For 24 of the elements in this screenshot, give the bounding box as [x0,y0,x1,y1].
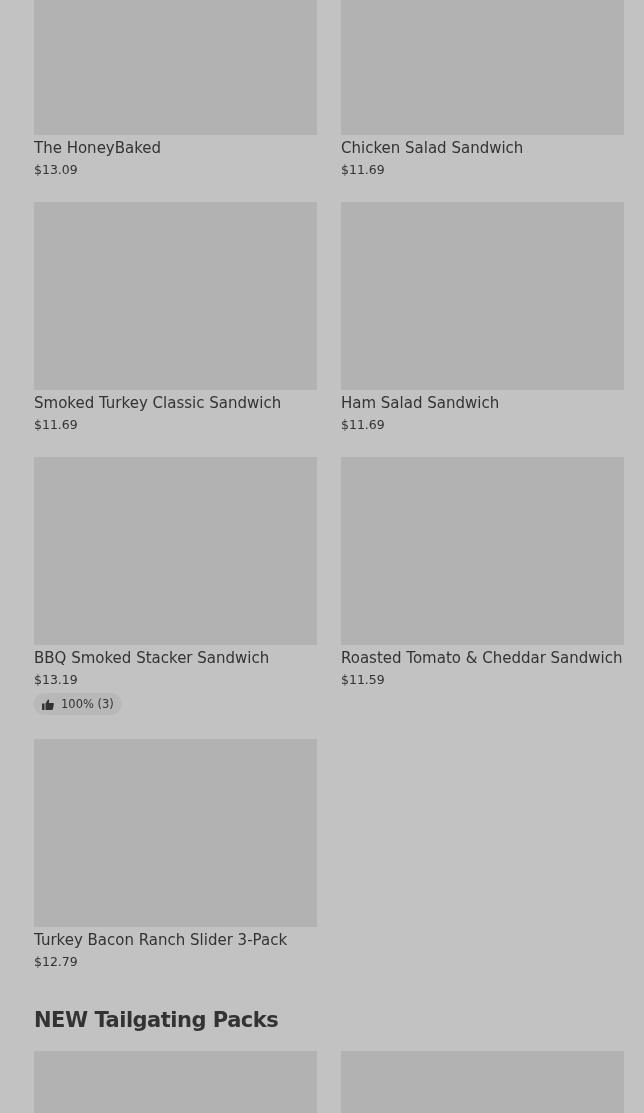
product-card[interactable]: Turkey Bacon Ranch Slider 3-Pack $12.79 [34,739,317,970]
product-name: Turkey Bacon Ranch Slider 3-Pack [34,930,288,950]
product-name: Ham Salad Sandwich [341,393,500,413]
product-card[interactable]: Roasted Tomato & Cheddar Sandwich $11.59 [341,457,624,715]
product-card[interactable]: Chicken Salad Sandwich $11.69 [341,0,624,178]
product-price: $13.19 [34,672,78,688]
product-card[interactable]: The HoneyBaked $13.09 [34,0,317,178]
rating-text: 100% (3) [61,697,114,711]
product-card[interactable]: Smoked Turkey Classic Sandwich $11.69 [34,202,317,433]
product-name: BBQ Smoked Stacker Sandwich [34,648,270,668]
product-name: Roasted Tomato & Cheddar Sandwich [341,648,623,668]
product-price: $11.69 [34,417,78,433]
product-card[interactable]: Ham Salad Sandwich $11.69 [341,202,624,433]
product-name: Smoked Turkey Classic Sandwich [34,393,282,413]
product-price: $12.79 [34,954,78,970]
product-price: $13.09 [34,162,78,178]
thumbs-up-icon [42,698,54,710]
product-price: $11.69 [341,417,385,433]
product-name: Chicken Salad Sandwich [341,138,524,158]
product-price: $11.69 [341,162,385,178]
product-card[interactable]: BBQ Smoked Stacker Sandwich $13.19 100% (3) [34,457,317,715]
product-price: $11.59 [341,672,385,688]
product-name: The HoneyBaked [34,138,162,158]
section-heading: NEW Tailgating Packs [34,1008,280,1032]
